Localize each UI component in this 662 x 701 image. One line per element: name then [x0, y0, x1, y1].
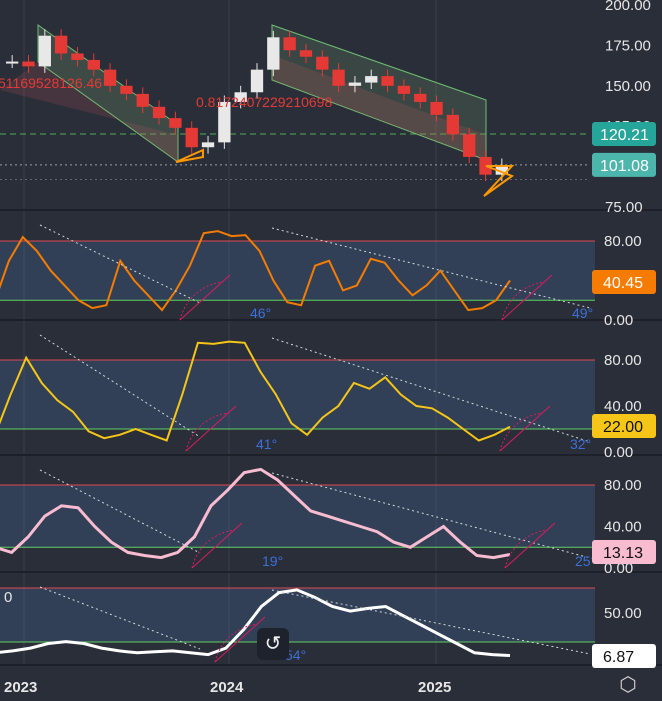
price-tick-label: 150.00	[605, 78, 651, 95]
price-tag-label: 120.21	[600, 127, 649, 144]
oscillator-band	[0, 588, 595, 642]
reset-zoom-button[interactable]: ↺	[257, 628, 289, 660]
candle-body	[430, 101, 443, 115]
osc-tick-label: 80.00	[604, 477, 642, 494]
oscillator-band	[0, 241, 595, 301]
osc-tick-label: 40.00	[604, 398, 642, 415]
price-tag-label: 101.08	[600, 158, 649, 175]
candle-body	[397, 85, 411, 94]
candle-body	[22, 61, 35, 67]
price-tick-label: 200.00	[605, 0, 651, 14]
angle-label: 32°	[570, 436, 591, 452]
wedge-1	[175, 148, 204, 163]
candle-body	[299, 50, 313, 57]
candle-body	[6, 61, 19, 64]
oscillator-band	[0, 485, 595, 548]
candle-body	[283, 37, 296, 51]
candle-body	[201, 142, 215, 148]
x-tick-label: 2023	[4, 679, 37, 696]
candle-body	[152, 106, 166, 119]
angle-label: 41°	[256, 436, 277, 452]
candle-body	[348, 82, 362, 86]
price-tick-label: 75.00	[605, 199, 643, 216]
candle-body	[169, 118, 182, 128]
settings-icon[interactable]: ⬡	[617, 674, 639, 696]
candle-body	[267, 37, 280, 70]
candle-body	[103, 69, 117, 86]
value-tag-label: 40.45	[603, 275, 643, 292]
candle-body	[250, 69, 264, 93]
candle-body	[463, 134, 476, 157]
osc-tick-label: 80.00	[604, 352, 642, 369]
x-tick-label: 2025	[418, 679, 451, 696]
candle-body	[332, 69, 345, 86]
panel-left-label: 0	[4, 589, 12, 606]
value-tag-label: 6.87	[603, 649, 634, 666]
candle-body	[54, 35, 68, 54]
candle-body	[87, 59, 100, 70]
value-tag-label: 13.13	[603, 545, 643, 562]
candle-body	[185, 127, 198, 148]
candle-body	[381, 76, 394, 86]
angle-label: 49°	[572, 305, 593, 321]
value-tag-label: 22.00	[603, 419, 643, 436]
osc-tick-label: 80.00	[604, 233, 642, 250]
osc-tick-label: 0.00	[604, 312, 633, 329]
osc-tick-label: 0.00	[604, 444, 633, 461]
annotation-1: 51169528126.46	[0, 75, 102, 91]
candle-body	[316, 56, 329, 70]
candle-body	[71, 53, 84, 60]
osc-tick-label: 50.00	[604, 605, 642, 622]
price-tick-label: 175.00	[605, 37, 651, 54]
angle-label: 19°	[262, 553, 283, 569]
oscillator-band	[0, 360, 595, 429]
x-tick-label: 2024	[210, 679, 244, 696]
osc-tick-label: 40.00	[604, 519, 642, 536]
chart-canvas[interactable]: 75.00100.00125.00150.00175.00200.0051169…	[0, 0, 662, 701]
candle-body	[120, 85, 133, 94]
candle-body	[365, 76, 378, 83]
candle-body	[414, 93, 427, 102]
candle-body	[446, 114, 460, 135]
annotation-2: 0.8172407229210698	[196, 94, 332, 110]
angle-label: 46°	[250, 305, 271, 321]
candle-body	[38, 35, 51, 67]
candle-body	[136, 93, 149, 107]
